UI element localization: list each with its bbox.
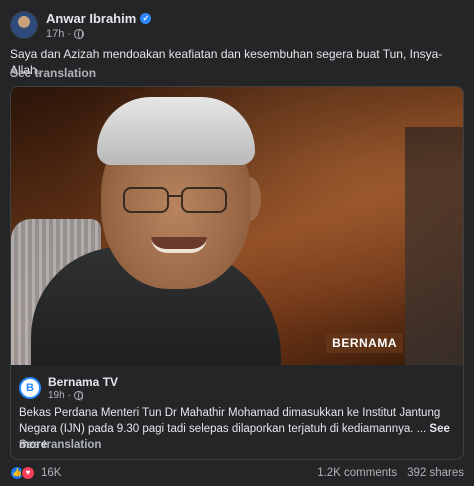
photo-smile bbox=[151, 237, 207, 253]
source-info: Bernama TV 19h · bbox=[48, 375, 118, 401]
love-reaction-icon[interactable]: ♥ bbox=[21, 466, 35, 480]
post-header: Anwar Ibrahim ✓ 17h · bbox=[10, 10, 152, 40]
verified-badge-icon: ✓ bbox=[140, 12, 152, 24]
source-time[interactable]: 19h bbox=[48, 390, 65, 401]
post-meta: 17h · bbox=[46, 28, 151, 40]
post-time[interactable]: 17h bbox=[46, 28, 64, 40]
see-translation-link[interactable]: See translation bbox=[10, 66, 96, 80]
comments-count[interactable]: 1.2K comments bbox=[317, 467, 397, 479]
author-info: Anwar Ibrahim ✓ 17h · bbox=[46, 11, 152, 40]
globe-icon[interactable] bbox=[74, 391, 84, 401]
author-name-row: Anwar Ibrahim ✓ bbox=[46, 11, 152, 26]
shared-see-translation-link[interactable]: See translation bbox=[19, 439, 101, 451]
shares-count[interactable]: 392 shares bbox=[407, 467, 464, 479]
photo-glasses-left bbox=[123, 187, 169, 213]
photo-glasses-right bbox=[181, 187, 227, 213]
shared-source-header: Bernama TV 19h · bbox=[19, 373, 118, 403]
photo-hair bbox=[97, 97, 255, 165]
photo-background-right bbox=[405, 127, 463, 365]
post-footer: 👍 ♥ 16K 1.2K comments 392 shares bbox=[10, 464, 464, 482]
shared-post-card[interactable]: BERNAMA Bernama TV 19h · Bekas Perdana M… bbox=[10, 86, 464, 460]
facebook-post: Anwar Ibrahim ✓ 17h · Saya dan Azizah me… bbox=[0, 0, 474, 486]
author-name[interactable]: Anwar Ibrahim bbox=[46, 11, 136, 26]
reactions-count[interactable]: 16K bbox=[41, 467, 61, 479]
source-meta-separator: · bbox=[67, 390, 72, 401]
meta-separator: · bbox=[67, 27, 72, 40]
shared-text-body: Bekas Perdana Menteri Tun Dr Mahathir Mo… bbox=[19, 407, 441, 435]
bernama-watermark: BERNAMA bbox=[326, 333, 403, 353]
bernama-tv-logo[interactable] bbox=[19, 377, 41, 399]
source-meta: 19h · bbox=[48, 390, 118, 401]
author-avatar[interactable] bbox=[10, 11, 38, 39]
globe-icon[interactable] bbox=[74, 28, 85, 39]
photo-glasses-bridge bbox=[169, 195, 181, 197]
source-name[interactable]: Bernama TV bbox=[48, 375, 118, 389]
shared-photo[interactable]: BERNAMA bbox=[11, 87, 463, 365]
